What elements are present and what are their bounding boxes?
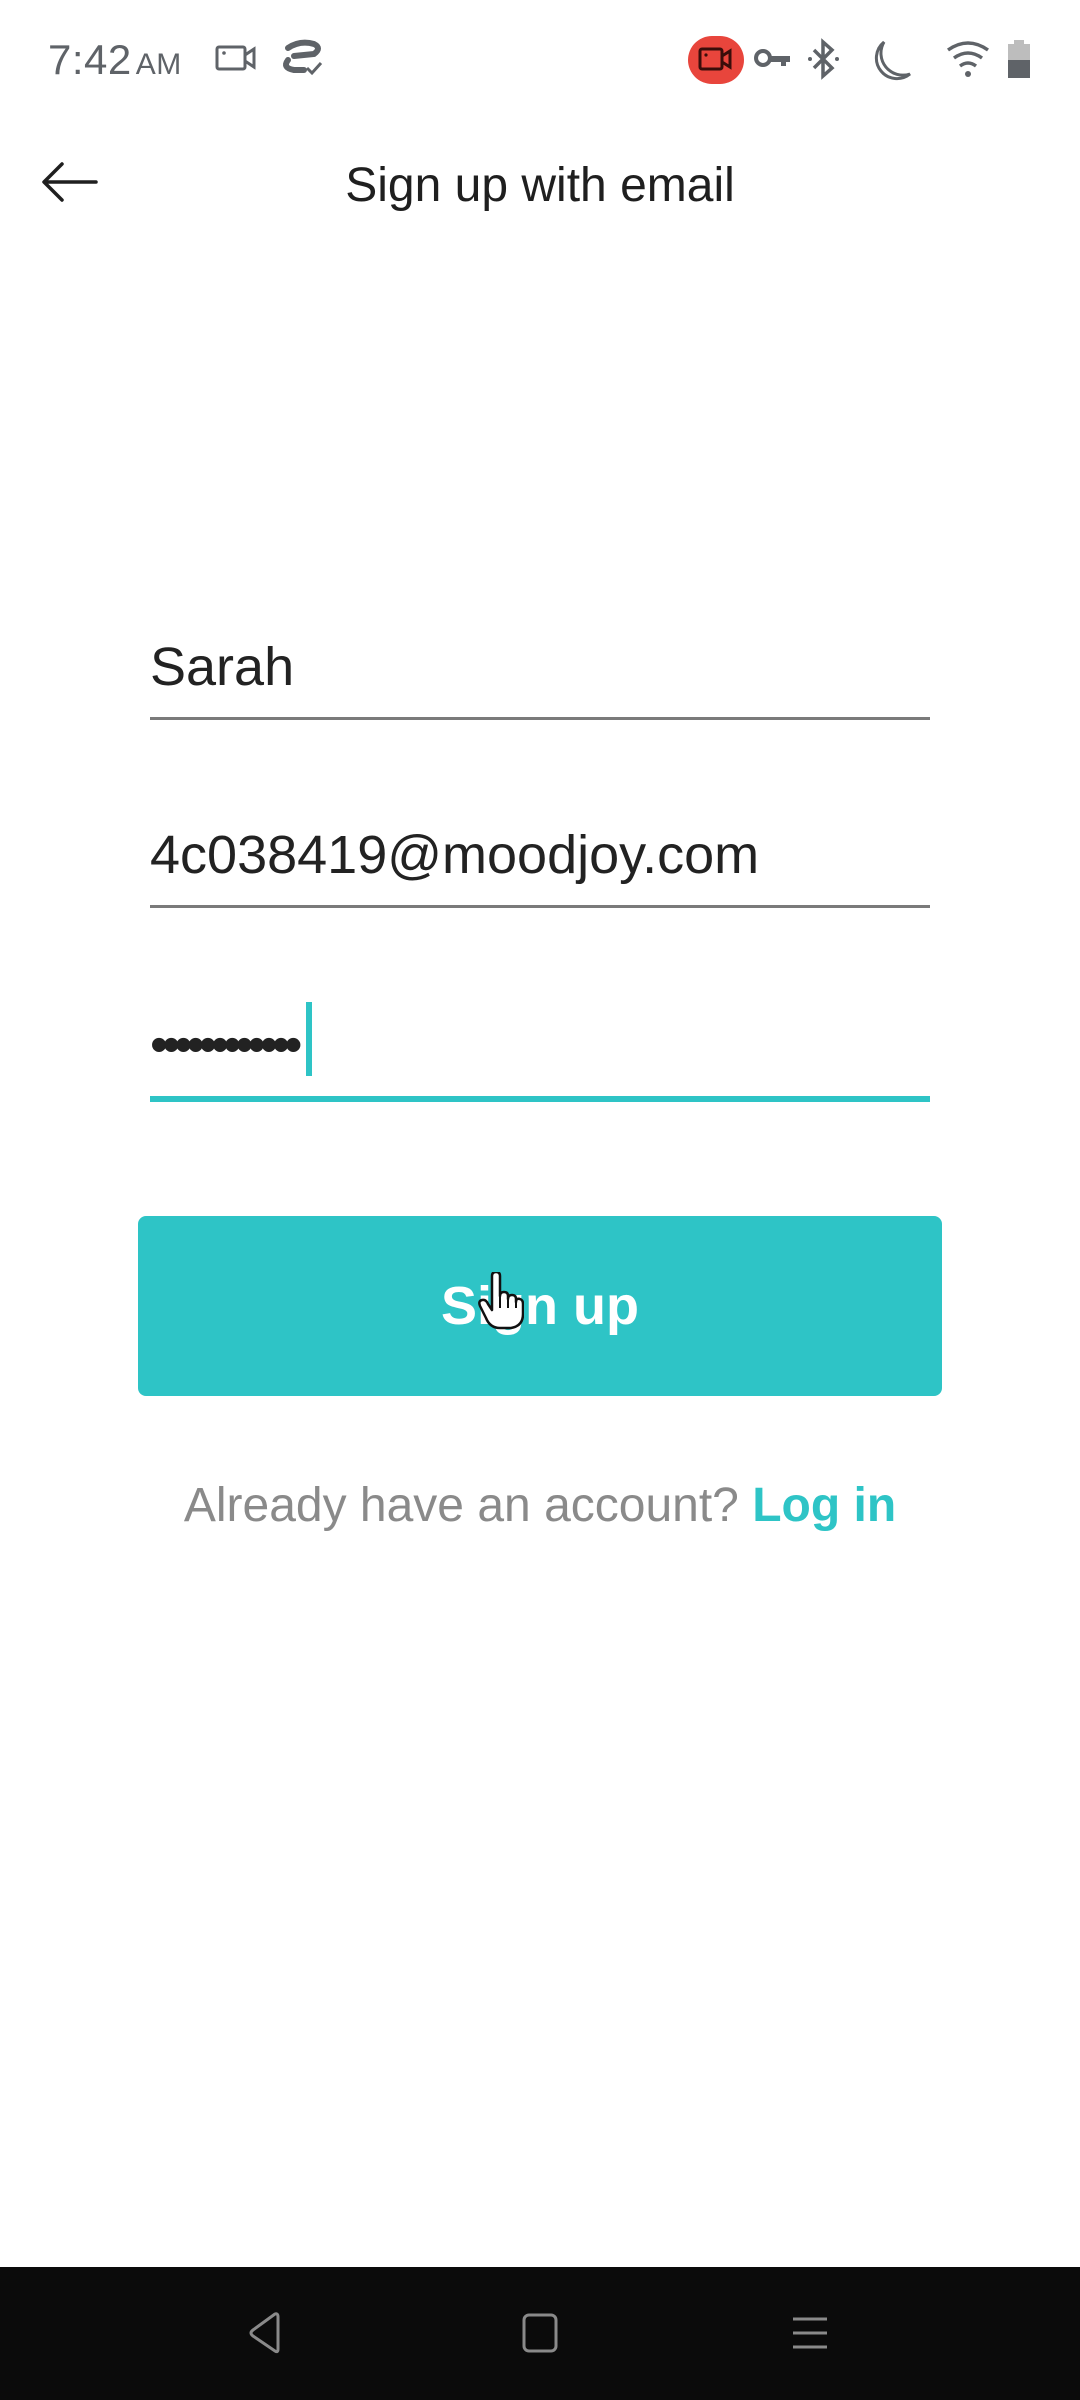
password-field[interactable]: •••••••••••• (150, 1000, 930, 1102)
email-field-underline (150, 905, 930, 908)
password-field-value: •••••••••••• (150, 1002, 313, 1076)
password-masked-text: •••••••••••• (150, 1016, 302, 1074)
nav-back-button[interactable] (230, 2303, 300, 2363)
name-field-value: Sarah (150, 637, 295, 697)
home-square-icon (522, 2313, 558, 2353)
signup-screen: 7:42 AM Sign up with email Sarah 4c03841… (0, 0, 1080, 2400)
password-field-underline-focused (150, 1096, 930, 1102)
status-bar: 7:42 AM (0, 0, 1080, 120)
recording-badge (688, 36, 744, 84)
wifi-icon (944, 38, 992, 85)
signup-button[interactable]: Sign up (138, 1216, 942, 1396)
bluetooth-icon (806, 38, 842, 87)
login-link[interactable]: Log in (752, 1479, 896, 1532)
login-prompt-text: Already have an account? (183, 1479, 739, 1532)
name-field-underline (150, 717, 930, 720)
recording-badge-icon (698, 47, 732, 71)
time-value: 7:42 (48, 36, 132, 83)
nav-home-button[interactable] (505, 2303, 575, 2363)
text-caret (306, 1002, 313, 1076)
battery-icon (1006, 38, 1032, 85)
login-prompt: Already have an account? Log in (0, 1478, 1080, 1533)
system-navigation-bar (0, 2267, 1080, 2400)
page-title: Sign up with email (345, 159, 735, 212)
recents-menu-icon (793, 2317, 827, 2349)
email-field-value: 4c038419@moodjoy.com (150, 825, 760, 885)
name-field[interactable]: Sarah (150, 620, 930, 720)
vpn-key-icon (752, 38, 794, 83)
do-not-disturb-moon-icon (866, 38, 916, 89)
time-ampm: AM (135, 48, 182, 81)
back-triangle-icon (249, 2312, 280, 2354)
hand-pointer-cursor-icon (478, 1270, 525, 1335)
screen-record-icon (214, 38, 260, 83)
email-field[interactable]: 4c038419@moodjoy.com (150, 808, 930, 908)
status-time: 7:42 AM (48, 36, 182, 84)
app-bar: Sign up with email (0, 120, 1080, 250)
signup-button-label: Sign up (441, 1276, 639, 1336)
sync-check-icon (280, 38, 328, 83)
nav-recents-button[interactable] (775, 2303, 845, 2363)
